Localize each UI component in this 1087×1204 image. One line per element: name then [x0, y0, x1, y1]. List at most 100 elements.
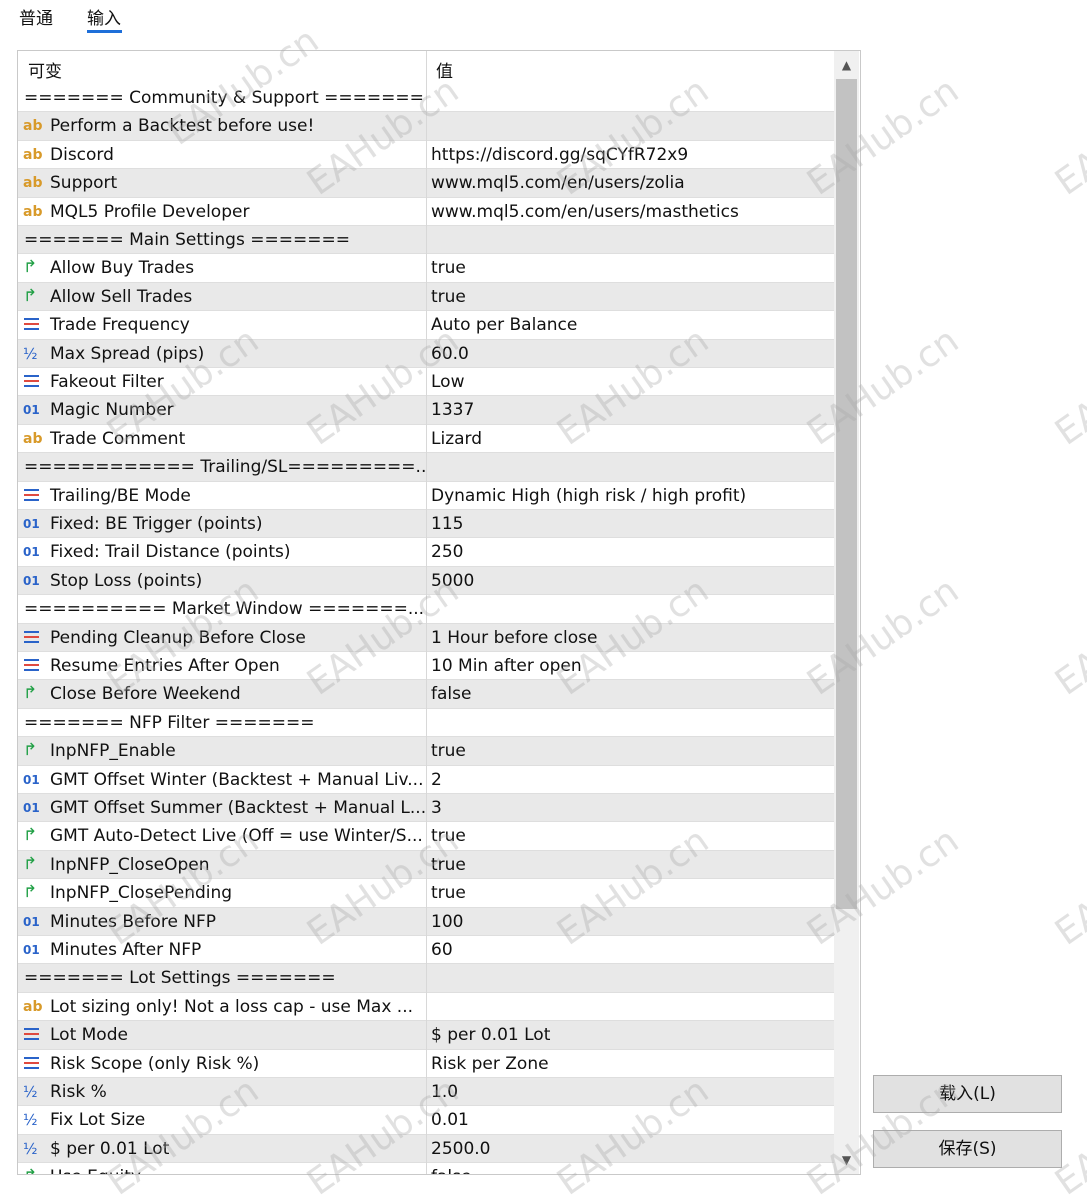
variable-cell[interactable]: 01 Minutes After NFP [18, 936, 426, 963]
variable-cell[interactable]: ↱ Close Before Weekend [18, 680, 426, 707]
scroll-up-icon[interactable]: ▲ [834, 51, 859, 79]
value-cell[interactable]: true [427, 283, 834, 310]
column-divider[interactable] [426, 51, 427, 1174]
value-cell[interactable]: 60.0 [427, 340, 834, 367]
value-cell[interactable]: false [427, 680, 834, 707]
tab-inputs[interactable]: 输入 [87, 4, 121, 29]
value-cell[interactable]: 5000 [427, 567, 834, 594]
enum-type-icon [24, 375, 40, 389]
value-cell[interactable]: Risk per Zone [427, 1050, 834, 1077]
value-cell[interactable]: 250 [427, 538, 834, 565]
variable-cell[interactable]: 01 Stop Loss (points) [18, 567, 426, 594]
variable-cell[interactable]: ======= NFP Filter ======= [18, 709, 426, 736]
variable-cell[interactable]: ab MQL5 Profile Developer [18, 198, 426, 225]
variable-cell[interactable]: ½ Fix Lot Size [18, 1106, 426, 1133]
variable-cell[interactable]: ↱ InpNFP_Enable [18, 737, 426, 764]
value-cell[interactable]: www.mql5.com/en/users/zolia [427, 169, 834, 196]
variable-cell[interactable]: Risk Scope (only Risk %) [18, 1050, 426, 1077]
variable-cell[interactable]: ↱ GMT Auto-Detect Live (Off = use Winter/… [18, 822, 426, 849]
save-button[interactable]: 保存(S) [873, 1130, 1062, 1168]
value-cell[interactable]: 10 Min after open [427, 652, 834, 679]
variable-cell[interactable]: ab Lot sizing only! Not a loss cap - use … [18, 993, 426, 1020]
value-cell[interactable]: 2500.0 [427, 1135, 834, 1162]
value-cell[interactable]: www.mql5.com/en/users/masthetics [427, 198, 834, 225]
tab-bar: 普通 输入 [0, 0, 300, 40]
load-button[interactable]: 载入(L) [873, 1075, 1062, 1113]
value-cell[interactable]: Lizard [427, 425, 834, 452]
value-cell[interactable] [427, 112, 834, 139]
variable-cell[interactable]: ab Support [18, 169, 426, 196]
column-header-variable[interactable]: 可变 [28, 57, 62, 82]
value-cell[interactable] [427, 993, 834, 1020]
variable-cell[interactable]: ab Discord [18, 141, 426, 168]
variable-cell[interactable]: ======= Lot Settings ======= [18, 964, 426, 991]
variable-cell[interactable]: 01 GMT Offset Summer (Backtest + Manual L… [18, 794, 426, 821]
variable-cell[interactable]: ============ Trailing/SL=========... [18, 453, 426, 480]
variable-cell[interactable]: 01 Magic Number [18, 396, 426, 423]
value-cell[interactable]: 115 [427, 510, 834, 537]
value-cell[interactable]: 1.0 [427, 1078, 834, 1105]
value-cell[interactable]: Low [427, 368, 834, 395]
variable-cell[interactable]: 01 GMT Offset Winter (Backtest + Manual L… [18, 766, 426, 793]
variable-cell[interactable]: ↱ Allow Sell Trades [18, 283, 426, 310]
double-type-icon: ½ [23, 1139, 38, 1158]
value-cell[interactable]: 2 [427, 766, 834, 793]
variable-cell[interactable]: Resume Entries After Open [18, 652, 426, 679]
value-text: false [431, 1166, 471, 1174]
variable-cell[interactable]: Trailing/BE Mode [18, 482, 426, 509]
variable-cell[interactable]: ½ Risk % [18, 1078, 426, 1105]
scroll-down-icon[interactable]: ▼ [834, 1146, 859, 1174]
value-cell[interactable]: 1337 [427, 396, 834, 423]
variable-cell[interactable]: Pending Cleanup Before Close [18, 624, 426, 651]
value-cell[interactable]: $ per 0.01 Lot [427, 1021, 834, 1048]
value-cell[interactable]: true [427, 851, 834, 878]
value-text: 100 [431, 911, 464, 932]
value-cell[interactable]: 1 Hour before close [427, 624, 834, 651]
variable-cell[interactable]: ↱ Allow Buy Trades [18, 254, 426, 281]
value-cell[interactable]: 100 [427, 908, 834, 935]
variable-cell[interactable]: 01 Fixed: BE Trigger (points) [18, 510, 426, 537]
variable-cell[interactable]: 01 Fixed: Trail Distance (points) [18, 538, 426, 565]
value-cell[interactable]: true [427, 254, 834, 281]
value-cell[interactable] [427, 964, 834, 991]
value-text: 1337 [431, 400, 475, 421]
value-cell[interactable]: true [427, 737, 834, 764]
value-cell[interactable]: Auto per Balance [427, 311, 834, 338]
value-cell[interactable]: 60 [427, 936, 834, 963]
value-cell[interactable] [427, 84, 834, 111]
variable-cell[interactable]: ↱ InpNFP_CloseOpen [18, 851, 426, 878]
variable-cell[interactable]: ½ Max Spread (pips) [18, 340, 426, 367]
value-text: true [431, 258, 466, 279]
tab-general[interactable]: 普通 [19, 4, 53, 29]
variable-cell[interactable]: Fakeout Filter [18, 368, 426, 395]
variable-label: InpNFP_ClosePending [50, 883, 233, 904]
variable-cell[interactable]: ======= Community & Support ======= [18, 84, 426, 111]
variable-cell[interactable]: ↱ InpNFP_ClosePending [18, 879, 426, 906]
column-header-value[interactable]: 值 [436, 57, 453, 82]
variable-cell[interactable]: Lot Mode [18, 1021, 426, 1048]
variable-cell[interactable]: Trade Frequency [18, 311, 426, 338]
variable-cell[interactable]: ========== Market Window =======... [18, 595, 426, 622]
value-cell[interactable] [427, 595, 834, 622]
variable-cell[interactable]: ½ $ per 0.01 Lot [18, 1135, 426, 1162]
value-cell[interactable]: true [427, 879, 834, 906]
value-cell[interactable]: 3 [427, 794, 834, 821]
value-cell[interactable] [427, 226, 834, 253]
variable-cell[interactable]: ab Trade Comment [18, 425, 426, 452]
value-text: 0.01 [431, 1110, 469, 1131]
value-cell[interactable] [427, 709, 834, 736]
variable-cell[interactable]: ======= Main Settings ======= [18, 226, 426, 253]
vertical-scrollbar[interactable]: ▲ ▼ [834, 51, 859, 1174]
value-cell[interactable]: false [427, 1163, 834, 1174]
value-cell[interactable] [427, 453, 834, 480]
variable-cell[interactable]: ab Perform a Backtest before use! [18, 112, 426, 139]
scrollbar-thumb[interactable] [836, 79, 857, 909]
variable-cell[interactable]: 01 Minutes Before NFP [18, 908, 426, 935]
variable-label: Trade Comment [50, 428, 186, 449]
value-cell[interactable]: true [427, 822, 834, 849]
value-cell[interactable]: Dynamic High (high risk / high profit) [427, 482, 834, 509]
value-cell[interactable]: https://discord.gg/sqCYfR72x9 [427, 141, 834, 168]
value-cell[interactable]: 0.01 [427, 1106, 834, 1133]
variable-cell[interactable]: ↱ Use Equity [18, 1163, 426, 1174]
section-separator-label: ======= Main Settings ======= [24, 230, 350, 250]
